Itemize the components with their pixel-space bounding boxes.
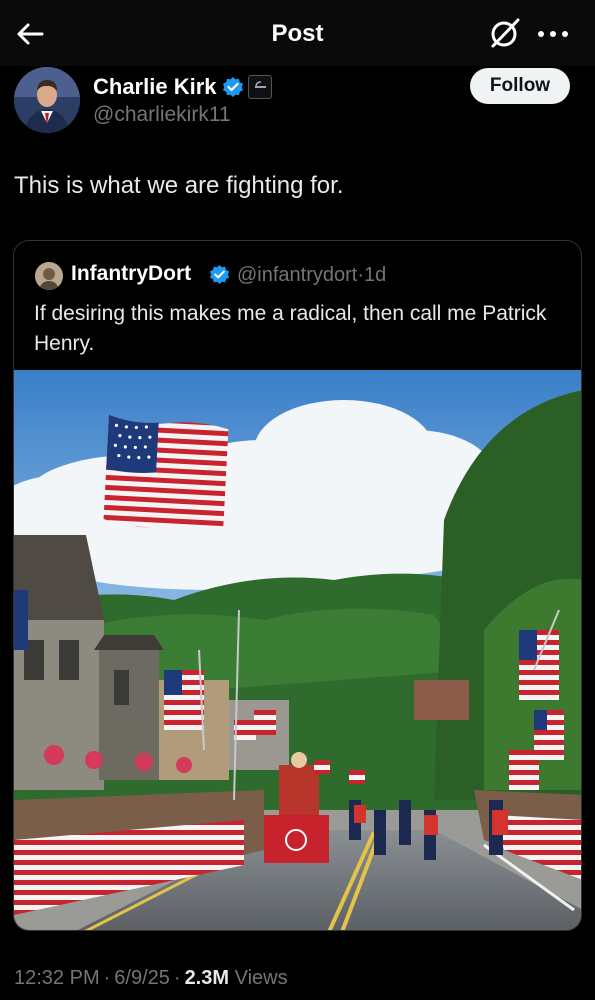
more-options-button[interactable] [535, 22, 571, 46]
separator-dot: · [173, 967, 181, 989]
views-label[interactable]: Views [235, 967, 288, 989]
views-count[interactable]: 2.3M [185, 967, 229, 989]
author-name[interactable]: Charlie Kirk [93, 74, 217, 100]
post-metadata: 12:32 PM · 6/9/25 · 2.3M Views [14, 967, 288, 990]
post-date: 6/9/25 [114, 967, 170, 989]
quoted-author-avatar[interactable] [35, 262, 63, 290]
avatar-photo [14, 67, 80, 133]
post-text: This is what we are fighting for. [14, 172, 344, 199]
quoted-handle-text: @infantrydort [237, 264, 358, 286]
author-avatar[interactable] [14, 67, 80, 133]
top-bar: Post [0, 0, 595, 66]
more-horizontal-icon [538, 31, 568, 37]
separator-dot: · [103, 967, 111, 989]
quoted-post-time: 1d [364, 264, 387, 286]
parade-photo[interactable] [14, 370, 582, 931]
quoted-avatar-photo [35, 262, 63, 290]
post-time: 12:32 PM [14, 967, 100, 989]
grok-icon [491, 18, 520, 48]
verified-badge-icon [223, 77, 243, 97]
follow-button[interactable]: Follow [470, 68, 570, 104]
affiliation-badge-icon[interactable] [248, 75, 272, 99]
quoted-post-card[interactable]: InfantryDort @infantrydort·1d If desirin… [13, 240, 582, 931]
quoted-author-name[interactable]: InfantryDort [71, 262, 191, 286]
verified-badge-icon [209, 264, 230, 285]
affiliation-logo [255, 81, 266, 88]
author-handle[interactable]: @charliekirk11 [93, 103, 231, 127]
grok-button[interactable] [488, 16, 522, 50]
quoted-post-text: If desiring this makes me a radical, the… [34, 302, 547, 355]
quoted-author-handle: @infantrydort·1d [237, 264, 386, 287]
